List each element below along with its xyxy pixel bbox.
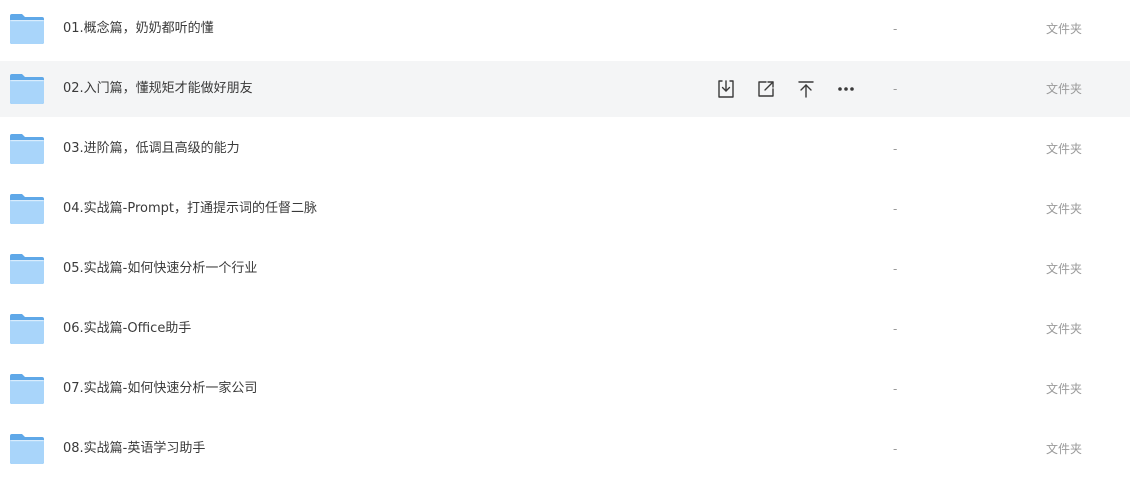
file-size: - — [893, 202, 898, 216]
file-row[interactable]: 06.实战篇-Office助手 - 文件夹 — [0, 301, 1130, 357]
file-size: - — [893, 322, 898, 336]
file-type: 文件夹 — [1046, 202, 1083, 216]
file-type: 文件夹 — [1046, 382, 1083, 396]
file-name[interactable]: 01.概念篇，奶奶都听的懂 — [63, 20, 214, 38]
file-type: 文件夹 — [1046, 322, 1083, 336]
file-name[interactable]: 07.实战篇-如何快速分析一家公司 — [63, 380, 257, 398]
file-size: - — [893, 82, 898, 96]
file-size: - — [893, 22, 898, 36]
file-name[interactable]: 05.实战篇-如何快速分析一个行业 — [63, 260, 257, 278]
file-name[interactable]: 03.进阶篇，低调且高级的能力 — [63, 140, 240, 158]
file-name[interactable]: 04.实战篇-Prompt，打通提示词的任督二脉 — [63, 200, 317, 218]
file-list: 01.概念篇，奶奶都听的懂 - 文件夹 02.入门篇，懂规矩才能做好朋友 - 文… — [0, 0, 1130, 487]
file-name[interactable]: 06.实战篇-Office助手 — [63, 320, 191, 338]
file-type: 文件夹 — [1046, 262, 1083, 276]
file-row[interactable]: 03.进阶篇，低调且高级的能力 - 文件夹 — [0, 121, 1130, 177]
file-type: 文件夹 — [1046, 442, 1083, 456]
file-row[interactable]: 05.实战篇-如何快速分析一个行业 - 文件夹 — [0, 241, 1130, 297]
file-row[interactable]: 01.概念篇，奶奶都听的懂 - 文件夹 — [0, 1, 1130, 57]
file-size: - — [893, 142, 898, 156]
folder-icon — [9, 433, 45, 465]
folder-icon — [9, 133, 45, 165]
folder-icon — [9, 373, 45, 405]
file-size: - — [893, 442, 898, 456]
file-row[interactable]: 07.实战篇-如何快速分析一家公司 - 文件夹 — [0, 361, 1130, 417]
folder-icon — [9, 73, 45, 105]
share-icon[interactable] — [754, 77, 778, 101]
file-size: - — [893, 382, 898, 396]
download-icon[interactable] — [714, 77, 738, 101]
file-type: 文件夹 — [1046, 82, 1083, 96]
folder-icon — [9, 253, 45, 285]
file-type: 文件夹 — [1046, 142, 1083, 156]
more-icon[interactable] — [834, 77, 858, 101]
file-row[interactable]: 04.实战篇-Prompt，打通提示词的任督二脉 - 文件夹 — [0, 181, 1130, 237]
file-name[interactable]: 02.入门篇，懂规矩才能做好朋友 — [63, 80, 253, 98]
file-type: 文件夹 — [1046, 22, 1083, 36]
folder-icon — [9, 13, 45, 45]
file-size: - — [893, 262, 898, 276]
folder-icon — [9, 193, 45, 225]
folder-icon — [9, 313, 45, 345]
file-row[interactable]: 08.实战篇-英语学习助手 - 文件夹 — [0, 421, 1130, 477]
file-row[interactable]: 02.入门篇，懂规矩才能做好朋友 - 文件夹 — [0, 61, 1130, 117]
pin-top-icon[interactable] — [794, 77, 818, 101]
file-name[interactable]: 08.实战篇-英语学习助手 — [63, 440, 205, 458]
